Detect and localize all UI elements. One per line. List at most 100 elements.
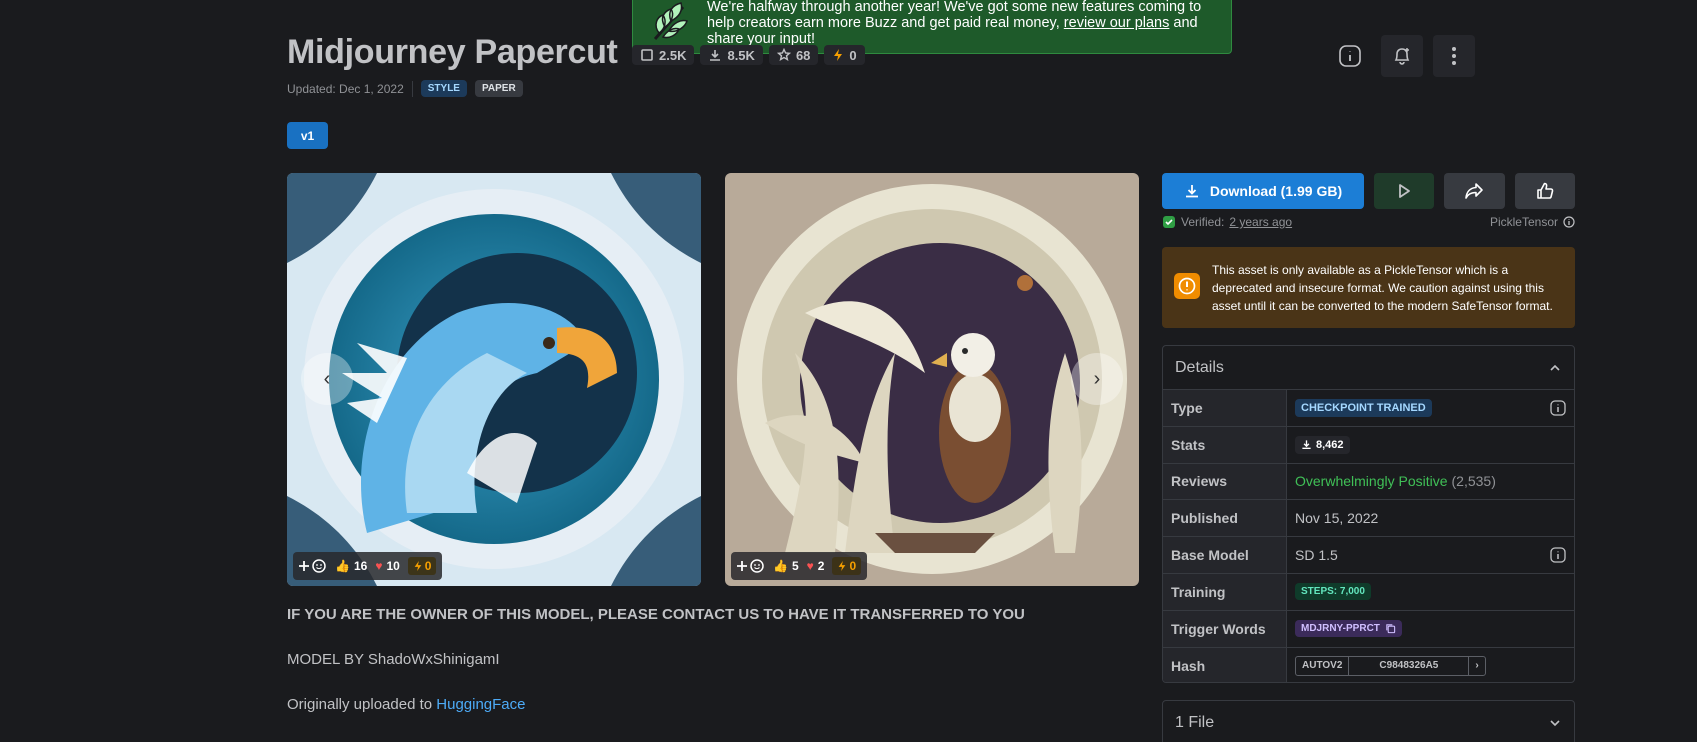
base-model-value: SD 1.5 [1295, 547, 1338, 564]
huggingface-link[interactable]: HuggingFace [436, 696, 525, 713]
reviews-rating[interactable]: Overwhelmingly Positive [1295, 473, 1448, 489]
version-tab-v1[interactable]: v1 [287, 122, 328, 149]
file-format: PickleTensor [1490, 215, 1575, 229]
details-row-base-model: Base Model SD 1.5 [1163, 537, 1574, 574]
bookmark-icon [776, 48, 791, 61]
buzz-stat: 0 [824, 45, 865, 65]
buzz-icon [834, 49, 843, 61]
trigger-word-badge[interactable]: MDJRNY-PPRCT [1295, 620, 1402, 638]
add-reaction-button[interactable] [299, 559, 327, 573]
buzz-count: 0 [424, 559, 432, 573]
run-button[interactable] [1374, 173, 1435, 209]
updated-date: Updated: Dec 1, 2022 [287, 81, 404, 96]
chevron-down-icon [1550, 720, 1560, 727]
info-icon[interactable] [1550, 400, 1566, 416]
banner-text: We're halfway through another year! We'v… [707, 0, 1221, 47]
details-row-training: Training STEPS: 7,000 [1163, 573, 1574, 611]
info-icon[interactable] [1563, 216, 1575, 228]
shield-check-icon [1163, 216, 1175, 228]
header-actions [1329, 35, 1475, 77]
buzz-tip[interactable]: 0 [832, 557, 862, 575]
trigger-word: MDJRNY-PPRCT [1301, 623, 1380, 635]
verified-time: 2 years ago [1229, 215, 1293, 229]
published-label: Published [1163, 500, 1287, 537]
chevron-right-icon[interactable]: › [1469, 657, 1484, 675]
published-date: Nov 15, 2022 [1295, 510, 1379, 527]
pickletensor-warning: This asset is only available as a Pickle… [1162, 247, 1575, 328]
trigger-words-label: Trigger Words [1163, 610, 1287, 647]
meta-divider [411, 80, 413, 97]
reaction-bar: 👍 16 ♥ 10 0 [293, 552, 443, 580]
warning-icon [1174, 273, 1200, 299]
hash-value[interactable]: C9848326A5 [1349, 656, 1470, 675]
hash-box[interactable]: AUTOV2 C9848326A5 › [1295, 655, 1486, 676]
copy-icon[interactable] [1385, 623, 1396, 634]
stats-label: Stats [1163, 426, 1287, 463]
reaction-bar: 👍 5 ♥ 2 0 [731, 552, 868, 580]
downloads-stat: 8.5K [700, 45, 763, 65]
training-steps-badge: STEPS: 7,000 [1295, 583, 1371, 601]
chevron-up-icon [1550, 364, 1560, 371]
buzz-tip[interactable]: 0 [407, 557, 437, 575]
verified-status: Verified: 2 years ago [1162, 215, 1292, 229]
download-button[interactable]: Download (1.99 GB) [1162, 173, 1364, 209]
buzz-count: 0 [849, 559, 857, 573]
add-reaction-button[interactable] [737, 559, 765, 573]
details-row-hash: Hash AUTOV2 C9848326A5 › [1163, 647, 1574, 682]
heart-reaction[interactable]: ♥ 10 [375, 559, 399, 573]
gallery-next-button[interactable]: › [1071, 353, 1123, 405]
files-title: 1 File [1175, 714, 1215, 731]
upload-source: Originally uploaded to HuggingFace [287, 696, 526, 713]
like-reaction[interactable]: 👍 16 [335, 559, 367, 573]
buzz-icon [839, 561, 846, 571]
reviews-count: (2,535) [1451, 473, 1496, 490]
chevron-left-icon: ‹ [323, 367, 331, 390]
review-plans-link[interactable]: review our plans [1064, 15, 1170, 31]
details-header[interactable]: Details [1163, 346, 1574, 390]
heart-count: 2 [817, 559, 825, 573]
details-row-published: Published Nov 15, 2022 [1163, 500, 1574, 538]
play-icon [1399, 184, 1411, 198]
thumbs-up-icon: 👍 [773, 559, 788, 573]
reviews-label: Reviews [1163, 463, 1287, 500]
details-row-stats: Stats 8,462 [1163, 426, 1574, 464]
warning-text: This asset is only available as a Pickle… [1212, 263, 1553, 313]
like-reaction[interactable]: 👍 5 [773, 559, 799, 573]
add-emoji-icon [737, 559, 764, 573]
bookmarks-stat: 68 [768, 45, 819, 65]
thumbs-up-icon: 👍 [335, 559, 350, 573]
info-icon[interactable] [1550, 547, 1566, 563]
notify-button[interactable] [1381, 35, 1423, 77]
verification-row: Verified: 2 years ago PickleTensor [1162, 214, 1575, 230]
like-count: 5 [791, 559, 799, 573]
share-button[interactable] [1444, 173, 1505, 209]
heart-icon: ♥ [806, 559, 814, 573]
like-icon [641, 49, 653, 61]
files-panel-header[interactable]: 1 File [1162, 700, 1575, 742]
download-action-row: Download (1.99 GB) [1162, 173, 1575, 209]
dots-vertical-icon [1452, 47, 1456, 65]
page-title: Midjourney Papercut [287, 33, 618, 71]
type-badge: CHECKPOINT TRAINED [1295, 398, 1432, 417]
more-menu-button[interactable] [1433, 35, 1475, 77]
downloads-count: 8.5K [727, 47, 755, 63]
chevron-right-icon: › [1093, 367, 1101, 390]
heart-icon: ♥ [375, 559, 383, 573]
gallery-prev-button[interactable]: ‹ [301, 353, 353, 405]
details-title: Details [1175, 358, 1224, 376]
like-button[interactable] [1514, 173, 1575, 209]
info-icon [1339, 45, 1361, 67]
heart-reaction[interactable]: ♥ 2 [807, 559, 825, 573]
hash-type[interactable]: AUTOV2 [1296, 656, 1350, 675]
tag-paper[interactable]: PAPER [474, 80, 523, 97]
hash-label: Hash [1163, 647, 1287, 682]
share-icon [1465, 183, 1484, 199]
info-button[interactable] [1329, 35, 1371, 77]
tag-style[interactable]: STYLE [420, 80, 467, 97]
base-model-label: Base Model [1163, 537, 1287, 573]
file-format-label: PickleTensor [1489, 215, 1558, 229]
download-icon [1302, 440, 1311, 450]
leaf-icon [653, 2, 688, 40]
upload-source-label: Originally uploaded to [287, 696, 437, 713]
model-stats-bar: 2.5K 8.5K 68 0 [632, 45, 865, 65]
